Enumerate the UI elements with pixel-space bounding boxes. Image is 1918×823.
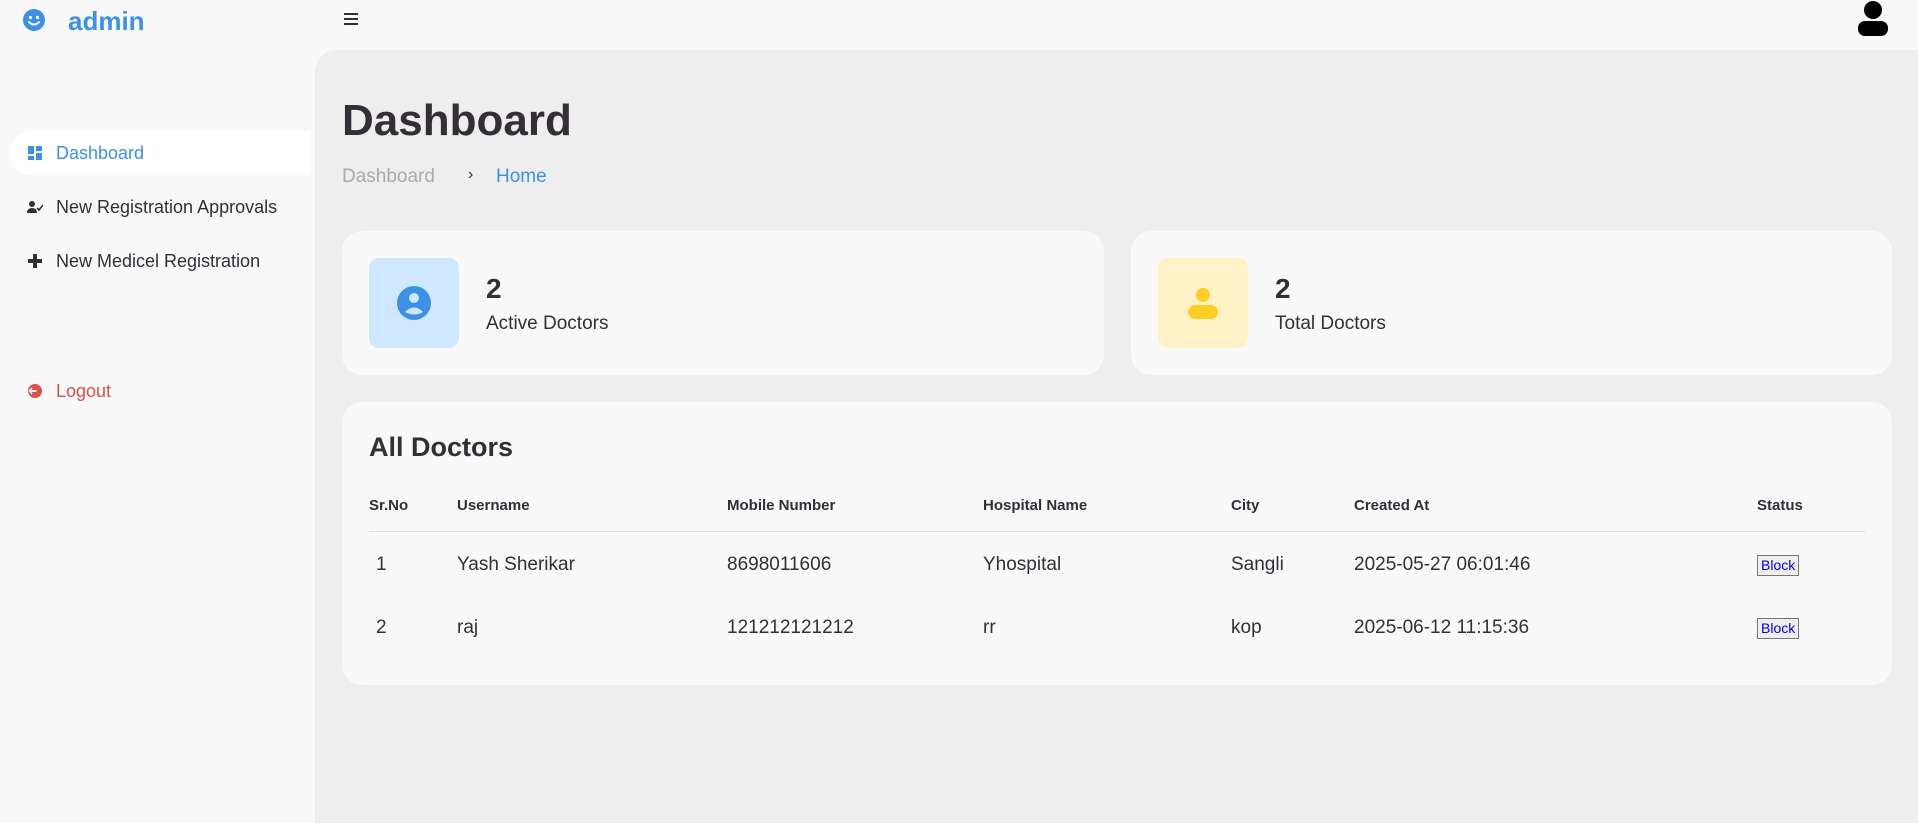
cell-created-at: 2025-06-12 11:15:36 [1354, 617, 1530, 638]
cell-hospital: Yhospital [983, 554, 1062, 575]
table-row: 2 raj 121212121212 rr kop 2025-06-12 11:… [342, 616, 1892, 676]
column-header: Created At [1354, 497, 1430, 514]
table-title: All Doctors [369, 432, 514, 462]
cell-city: kop [1231, 617, 1262, 638]
stat-card-total-doctors: 2 Total Doctors [1131, 231, 1892, 375]
top-nav: admin [0, 0, 1918, 50]
sidebar-item-label: New Medicel Registration [56, 250, 261, 271]
hamburger-icon[interactable] [344, 13, 358, 26]
divider [369, 531, 1865, 532]
logout-icon [28, 384, 42, 398]
cell-mobile: 121212121212 [727, 617, 854, 638]
cell-mobile: 8698011606 [727, 554, 832, 575]
plus-icon [28, 254, 42, 268]
logout-label: Logout [56, 380, 112, 401]
cell-sr-no: 2 [376, 617, 387, 638]
cell-sr-no: 1 [376, 554, 387, 575]
doctors-table-card: All Doctors Sr.No Username Mobile Number… [342, 402, 1892, 685]
user-icon [1188, 288, 1218, 319]
cell-hospital: rr [983, 617, 996, 638]
stat-label: Active Doctors [486, 313, 609, 334]
column-header: Username [457, 497, 530, 514]
column-header: Mobile Number [727, 497, 836, 514]
breadcrumb-item-home[interactable]: Home [496, 166, 547, 188]
breadcrumb: Dashboard › Home [342, 166, 547, 188]
column-header: Status [1757, 497, 1803, 514]
user-circle-icon [397, 286, 431, 320]
column-header: Sr.No [369, 497, 409, 514]
sidebar-item-medical-registration[interactable]: New Medicel Registration [10, 239, 310, 283]
smile-icon [23, 9, 45, 31]
sidebar-item-dashboard[interactable]: Dashboard [10, 131, 310, 175]
stat-value: 2 [486, 273, 502, 304]
block-button[interactable]: Block [1757, 555, 1800, 576]
column-header: City [1231, 497, 1260, 514]
stat-icon-box [369, 258, 459, 348]
main-content: Dashboard Dashboard › Home 2 Active Doct… [315, 50, 1918, 823]
grid-icon [28, 146, 42, 160]
cell-username: Yash Sherikar [457, 554, 575, 575]
cell-username: raj [457, 617, 479, 638]
chevron-right-icon: › [468, 166, 474, 183]
user-check-icon [27, 201, 43, 213]
sidebar-item-label: New Registration Approvals [56, 196, 278, 217]
cell-created-at: 2025-05-27 06:01:46 [1354, 554, 1531, 575]
logout-button[interactable]: Logout [10, 369, 310, 413]
brand-name: admin [68, 6, 145, 36]
brand[interactable]: admin [22, 8, 145, 34]
cell-city: Sangli [1231, 554, 1284, 575]
stat-value: 2 [1275, 273, 1291, 304]
user-icon[interactable] [1856, 0, 1890, 38]
sidebar-item-label: Dashboard [56, 142, 145, 163]
sidebar: Dashboard New Registration Approvals New… [0, 50, 315, 823]
page-title: Dashboard [342, 96, 572, 145]
stat-card-active-doctors: 2 Active Doctors [342, 231, 1104, 375]
stat-icon-box [1158, 258, 1248, 348]
breadcrumb-item: Dashboard [342, 166, 435, 187]
block-button[interactable]: Block [1757, 618, 1800, 639]
table-row: 1 Yash Sherikar 8698011606 Yhospital San… [342, 553, 1892, 613]
column-header: Hospital Name [983, 497, 1088, 514]
sidebar-item-registration-approvals[interactable]: New Registration Approvals [10, 185, 310, 229]
stat-label: Total Doctors [1275, 313, 1386, 334]
